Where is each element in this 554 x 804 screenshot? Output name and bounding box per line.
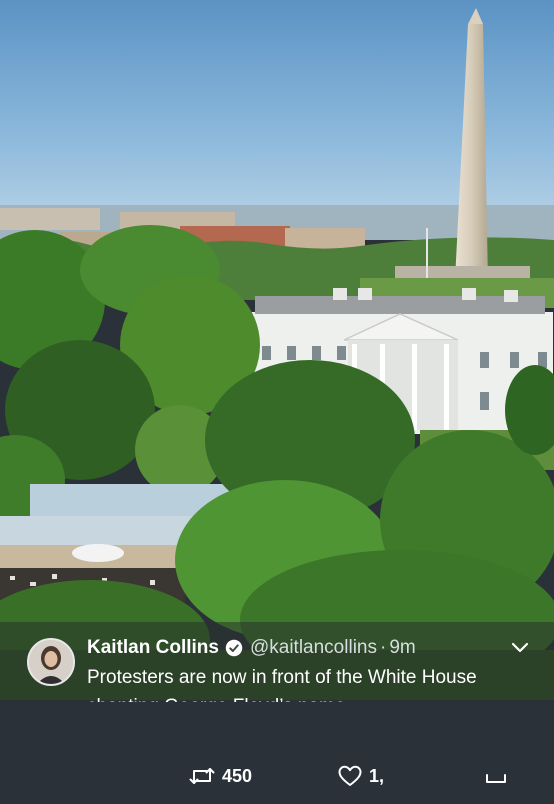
- profile-photo: [29, 640, 73, 684]
- tweet-photo[interactable]: [0, 0, 554, 700]
- author-handle[interactable]: @kaitlancollins: [250, 637, 377, 659]
- retweet-icon: [189, 768, 215, 784]
- timestamp[interactable]: 9m: [389, 637, 415, 659]
- separator-dot: ·: [379, 637, 387, 658]
- retweet-count: 450: [222, 765, 253, 786]
- author-name[interactable]: Kaitlan Collins: [87, 637, 219, 659]
- share-icon: [486, 774, 506, 783]
- tweet-header: Kaitlan Collins @kaitlancollins · 9m: [87, 636, 416, 660]
- like-count: 1,: [369, 765, 385, 786]
- white-house-photo: [0, 0, 554, 700]
- verified-badge-icon: [225, 639, 243, 657]
- tweet-action-bar: 450 1,: [0, 702, 554, 804]
- share-button[interactable]: [485, 765, 514, 785]
- avatar[interactable]: [27, 638, 75, 686]
- retweet-button[interactable]: 450: [189, 765, 252, 787]
- like-button[interactable]: 1,: [338, 765, 384, 787]
- heart-icon: [338, 765, 362, 786]
- chevron-down-icon[interactable]: [511, 642, 529, 654]
